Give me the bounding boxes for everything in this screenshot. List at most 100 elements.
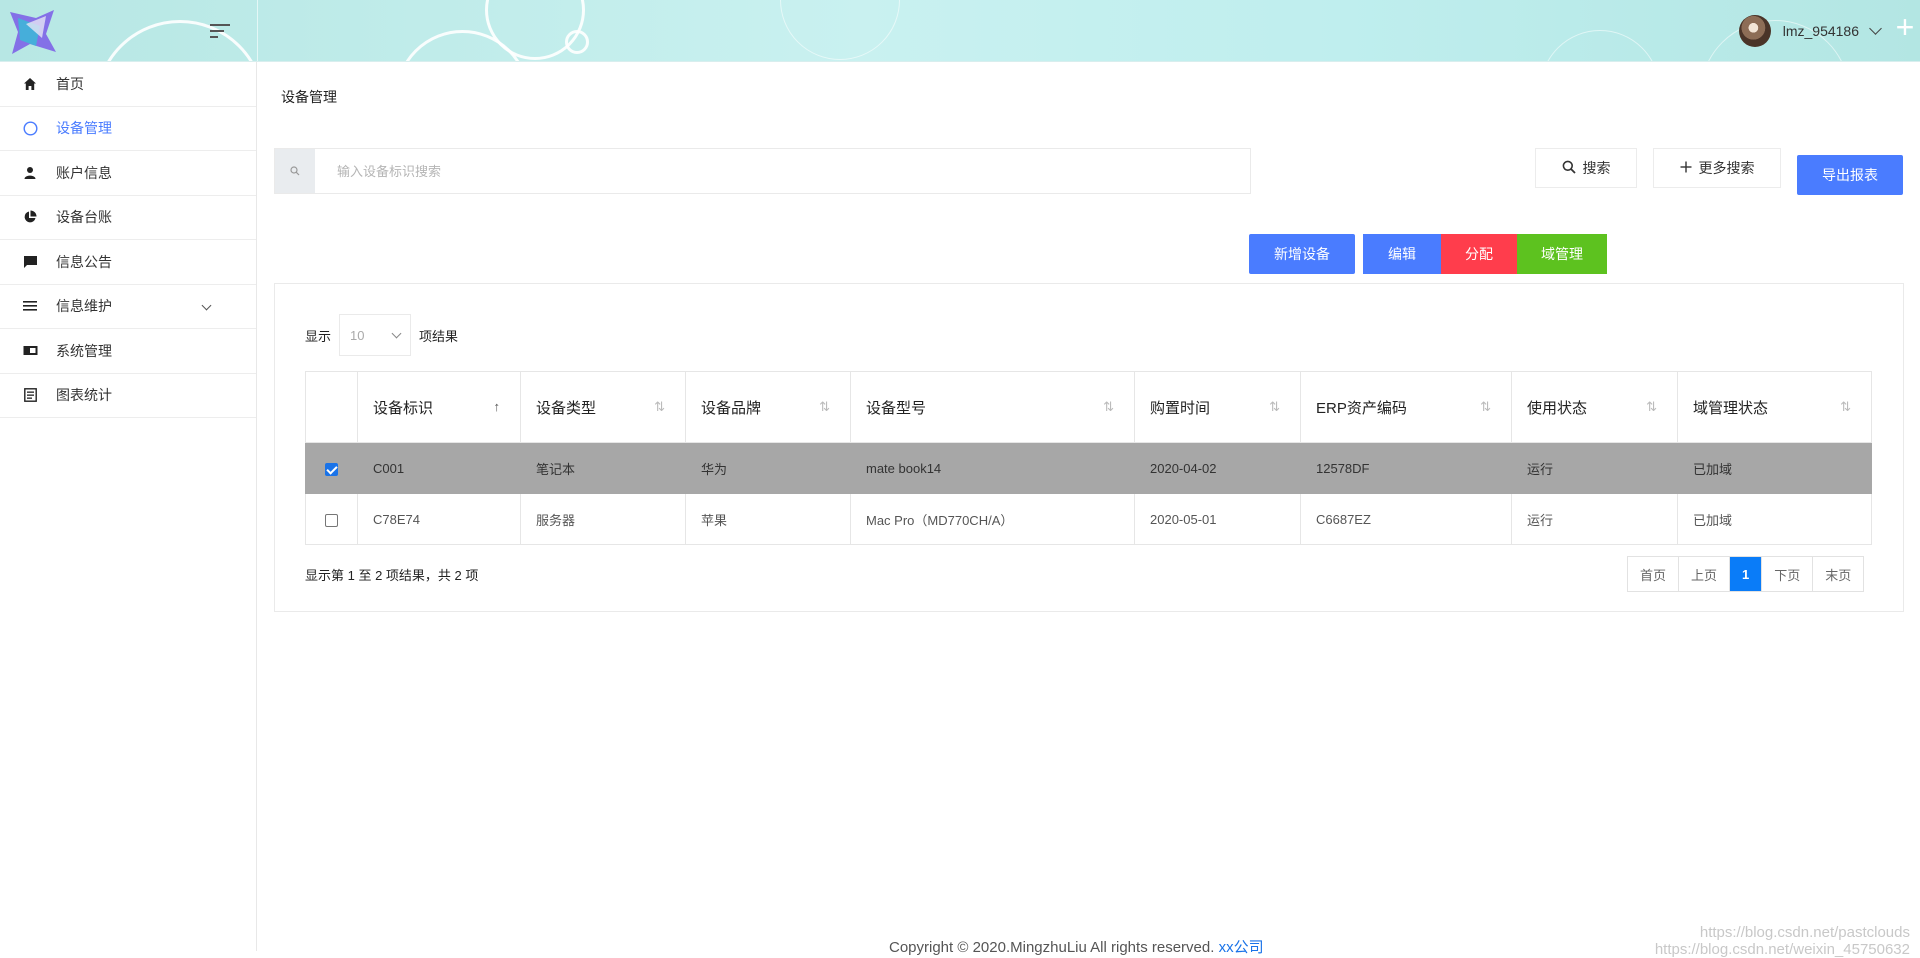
search-icon bbox=[275, 149, 315, 193]
footer-copyright: Copyright © 2020.MingzhuLiu All rights r… bbox=[889, 939, 1215, 956]
cell-device-model: mate book14 bbox=[850, 442, 1135, 494]
cell-device-type: 服务器 bbox=[520, 493, 686, 545]
header-decoration bbox=[95, 20, 265, 61]
chevron-down-icon bbox=[391, 328, 402, 338]
sidebar-item-label: 首页 bbox=[56, 75, 84, 92]
plus-icon bbox=[1680, 160, 1692, 176]
app-logo-icon[interactable] bbox=[6, 6, 58, 58]
pagination-prev[interactable]: 上页 bbox=[1679, 557, 1731, 591]
device-table-panel: 显示 10 项结果 设备标识 ↑ 设备类型 ⇅ 设备品牌 ⇅ 设备型号 ⇅ 购置时间 ⇅ … bbox=[274, 283, 1904, 612]
more-search-button[interactable]: 更多搜索 bbox=[1653, 148, 1781, 188]
column-header-erp-code[interactable]: ERP资产编码 ⇅ bbox=[1300, 371, 1512, 443]
header-decoration bbox=[565, 30, 589, 54]
sort-asc-icon: ↑ bbox=[493, 399, 501, 414]
watermark: https://blog.csdn.net/pastclouds https:/… bbox=[1655, 924, 1910, 958]
sort-icon: ⇅ bbox=[819, 399, 830, 414]
sort-icon: ⇅ bbox=[1269, 399, 1280, 414]
pagination-first[interactable]: 首页 bbox=[1628, 557, 1680, 591]
pagination: 首页 上页 1 下页 末页 bbox=[1627, 556, 1865, 592]
document-icon bbox=[22, 387, 38, 403]
chevron-down-icon[interactable] bbox=[201, 300, 212, 310]
pagination-next[interactable]: 下页 bbox=[1762, 557, 1814, 591]
sidebar-item-home[interactable]: 首页 bbox=[0, 62, 256, 107]
sort-icon: ⇅ bbox=[654, 399, 665, 414]
table-header-row: 设备标识 ↑ 设备类型 ⇅ 设备品牌 ⇅ 设备型号 ⇅ 购置时间 ⇅ ERP资产编码 ⇅ 使… bbox=[305, 371, 1872, 443]
cell-device-type: 笔记本 bbox=[520, 442, 686, 494]
sidebar-item-system-management[interactable]: 系统管理 bbox=[0, 329, 256, 374]
export-report-button[interactable]: 导出报表 bbox=[1797, 155, 1903, 195]
username: lmz_954186 bbox=[1782, 23, 1859, 39]
column-header-purchase-date[interactable]: 购置时间 ⇅ bbox=[1134, 371, 1301, 443]
search-box bbox=[274, 148, 1251, 194]
column-header-label: ERP资产编码 bbox=[1316, 399, 1407, 417]
add-device-button[interactable]: 新增设备 bbox=[1249, 234, 1355, 274]
table-row[interactable]: C001 笔记本 华为 mate book14 2020-04-02 12578… bbox=[305, 442, 1872, 494]
sort-icon: ⇅ bbox=[1480, 399, 1491, 414]
sidebar: 首页 设备管理 账户信息 设备台账 信息公告 信息维护 系统管理 图表统计 bbox=[0, 62, 257, 951]
more-search-button-label: 更多搜索 bbox=[1698, 160, 1755, 176]
sort-icon: ⇅ bbox=[1646, 399, 1657, 414]
main-content: 设备管理 搜索 更多搜索 导出报表 新增设备 编辑 分配 域管理 显示 10 项… bbox=[258, 62, 1920, 951]
sidebar-item-device-ledger[interactable]: 设备台账 bbox=[0, 196, 256, 240]
sidebar-item-device-management[interactable]: 设备管理 bbox=[0, 107, 256, 151]
edit-button[interactable]: 编辑 bbox=[1363, 234, 1441, 274]
page-length-value: 10 bbox=[350, 327, 365, 343]
pagination-current-page[interactable]: 1 bbox=[1730, 557, 1763, 591]
column-header-label: 使用状态 bbox=[1527, 399, 1588, 417]
row-checkbox[interactable] bbox=[325, 462, 338, 476]
row-checkbox[interactable] bbox=[325, 513, 338, 527]
sidebar-item-chart-statistics[interactable]: 图表统计 bbox=[0, 374, 256, 418]
sidebar-item-label: 设备台账 bbox=[56, 209, 112, 226]
column-header-usage-status[interactable]: 使用状态 ⇅ bbox=[1511, 371, 1678, 443]
column-header-domain-status[interactable]: 域管理状态 ⇅ bbox=[1677, 371, 1872, 443]
plus-icon: + bbox=[1895, 9, 1915, 45]
cell-usage-status: 运行 bbox=[1511, 493, 1678, 545]
column-header-device-type[interactable]: 设备类型 ⇅ bbox=[520, 371, 686, 443]
cell-device-model: Mac Pro（MD770CH/A） bbox=[850, 493, 1135, 545]
home-icon bbox=[22, 76, 38, 92]
search-button[interactable]: 搜索 bbox=[1535, 148, 1637, 188]
select-column-header bbox=[305, 371, 358, 443]
sidebar-item-info-maintenance[interactable]: 信息维护 bbox=[0, 285, 256, 329]
cell-device-brand: 苹果 bbox=[685, 493, 851, 545]
pagination-last[interactable]: 末页 bbox=[1813, 557, 1863, 591]
message-icon bbox=[22, 254, 38, 270]
table-row[interactable]: C78E74 服务器 苹果 Mac Pro（MD770CH/A） 2020-05… bbox=[305, 493, 1872, 545]
column-header-label: 购置时间 bbox=[1150, 399, 1211, 417]
column-header-device-brand[interactable]: 设备品牌 ⇅ bbox=[685, 371, 851, 443]
column-header-label: 设备品牌 bbox=[701, 399, 762, 417]
user-menu[interactable]: lmz_954186 bbox=[1738, 14, 1882, 48]
cell-purchase-date: 2020-04-02 bbox=[1134, 442, 1301, 494]
footer-company-link[interactable]: xx公司 bbox=[1219, 939, 1264, 956]
domain-management-button[interactable]: 域管理 bbox=[1517, 234, 1607, 274]
sidebar-item-label: 信息公告 bbox=[56, 253, 112, 270]
column-header-label: 设备类型 bbox=[536, 399, 597, 417]
id-card-icon bbox=[22, 343, 38, 359]
row-select-cell bbox=[305, 442, 358, 494]
chevron-down-icon bbox=[1869, 22, 1882, 35]
list-icon bbox=[22, 298, 38, 314]
page-length-control: 显示 10 项结果 bbox=[305, 314, 458, 356]
page-length-select[interactable]: 10 bbox=[339, 314, 412, 356]
user-icon bbox=[22, 165, 38, 181]
column-header-label: 设备标识 bbox=[373, 399, 434, 417]
cell-domain-status: 已加域 bbox=[1677, 493, 1872, 545]
page-length-prefix: 显示 bbox=[305, 328, 332, 344]
page-length-suffix: 项结果 bbox=[419, 328, 459, 344]
column-header-label: 设备型号 bbox=[866, 399, 927, 417]
top-header: lmz_954186 + bbox=[0, 0, 1920, 62]
cell-erp-code: C6687EZ bbox=[1300, 493, 1512, 545]
column-header-device-id[interactable]: 设备标识 ↑ bbox=[357, 371, 521, 443]
sidebar-toggle-icon[interactable] bbox=[210, 20, 234, 42]
assign-button[interactable]: 分配 bbox=[1441, 234, 1517, 274]
search-input[interactable] bbox=[315, 149, 1250, 193]
footer: Copyright © 2020.MingzhuLiu All rights r… bbox=[889, 936, 1264, 957]
pie-chart-icon bbox=[22, 209, 38, 225]
device-table: 设备标识 ↑ 设备类型 ⇅ 设备品牌 ⇅ 设备型号 ⇅ 购置时间 ⇅ ERP资产编码 ⇅ 使… bbox=[305, 371, 1872, 545]
sidebar-item-account-info[interactable]: 账户信息 bbox=[0, 151, 256, 196]
cell-device-id: C001 bbox=[357, 442, 521, 494]
column-header-device-model[interactable]: 设备型号 ⇅ bbox=[850, 371, 1135, 443]
sidebar-item-announcements[interactable]: 信息公告 bbox=[0, 240, 256, 285]
header-decoration bbox=[780, 0, 900, 60]
row-select-cell bbox=[305, 493, 358, 545]
